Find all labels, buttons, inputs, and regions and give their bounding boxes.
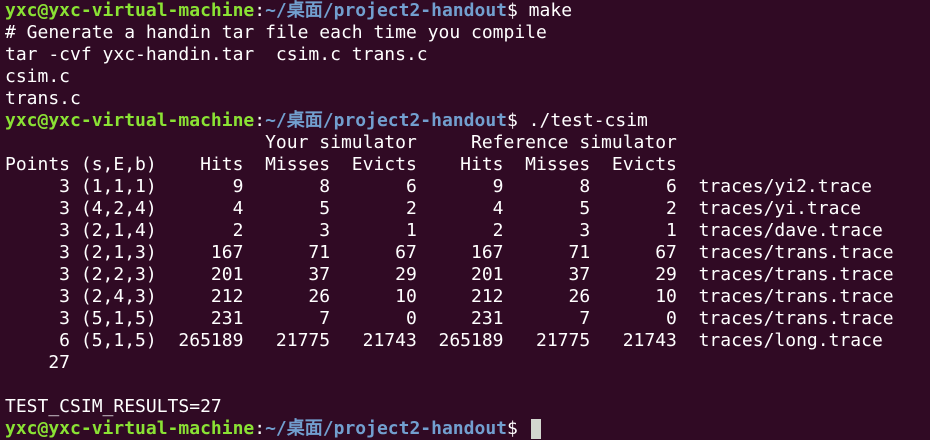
terminal-cursor [530, 419, 541, 439]
prompt-user-host: yxc@yxc-virtual-machine [5, 110, 255, 131]
output-line: csim.c [5, 66, 71, 87]
output-line: Points (s,E,b) Hits Misses Evicts Hits M… [5, 154, 677, 175]
prompt-path: ~/桌面/project2-handout [265, 110, 507, 131]
output-line: 3 (2,2,3) 201 37 29 201 37 29 traces/tra… [5, 264, 894, 285]
prompt-user-host: yxc@yxc-virtual-machine [5, 0, 255, 21]
output-line: 3 (5,1,5) 231 7 0 231 7 0 traces/trans.t… [5, 308, 894, 329]
command-text: ./test-csim [517, 110, 648, 131]
output-line: trans.c [5, 88, 81, 109]
prompt-line: yxc@yxc-virtual-machine:~/桌面/project2-ha… [5, 418, 930, 440]
prompt-dollar: $ [507, 110, 518, 131]
prompt-path: ~/桌面/project2-handout [265, 0, 507, 21]
prompt-line: yxc@yxc-virtual-machine:~/桌面/project2-ha… [5, 0, 930, 22]
prompt-separator: : [254, 110, 266, 131]
prompt-separator: : [254, 0, 266, 21]
output-line: 3 (2,4,3) 212 26 10 212 26 10 traces/tra… [5, 286, 894, 307]
output-line: 3 (2,1,3) 167 71 67 167 71 67 traces/tra… [5, 242, 894, 263]
prompt-dollar: $ [507, 0, 518, 21]
command-text: make [517, 0, 573, 21]
output-line: 3 (2,1,4) 2 3 1 2 3 1 traces/dave.trace [5, 220, 883, 241]
output-line: tar -cvf yxc-handin.tar csim.c trans.c [5, 44, 428, 65]
prompt-line: yxc@yxc-virtual-machine:~/桌面/project2-ha… [5, 110, 930, 132]
output-line: 27 [5, 352, 71, 373]
output-line: Your simulator Reference simulator [5, 132, 677, 153]
output-line: 3 (4,2,4) 4 5 2 4 5 2 traces/yi.trace [5, 198, 862, 219]
output-line: # Generate a handin tar file each time y… [5, 22, 547, 43]
output-line: TEST_CSIM_RESULTS=27 [5, 396, 222, 417]
output-line: 6 (5,1,5) 265189 21775 21743 265189 2177… [5, 330, 883, 351]
output-line: 3 (1,1,1) 9 8 6 9 8 6 traces/yi2.trace [5, 176, 872, 197]
terminal-window[interactable]: yxc@yxc-virtual-machine:~/桌面/project2-ha… [0, 0, 930, 439]
